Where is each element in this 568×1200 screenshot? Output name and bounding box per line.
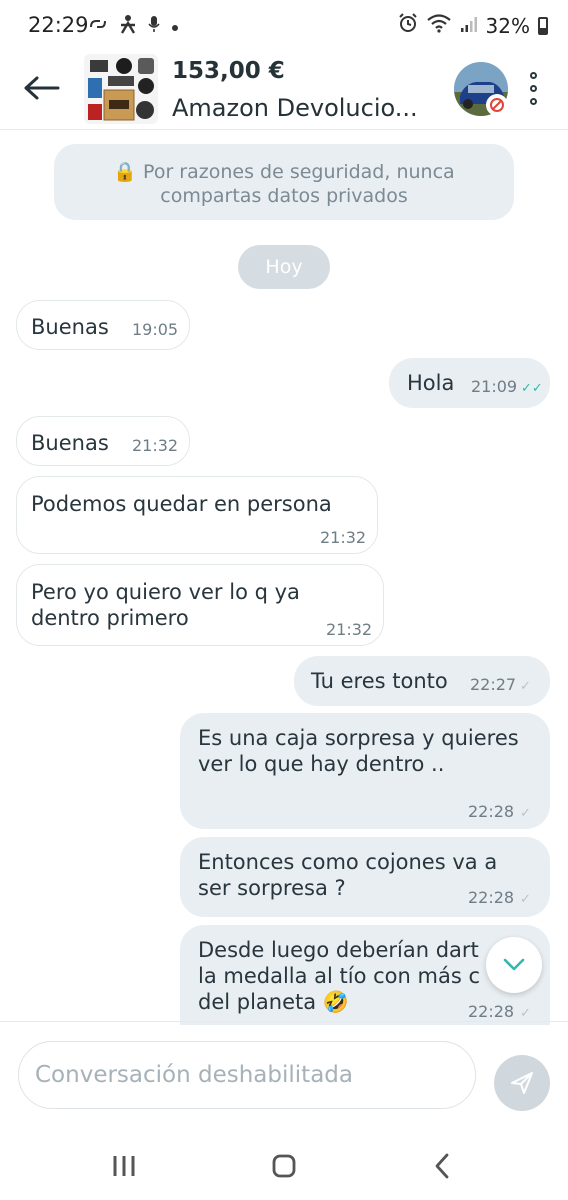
system-nav-bar: [0, 1130, 568, 1200]
status-right: 32%: [398, 13, 548, 38]
system-back-button[interactable]: [412, 1150, 472, 1182]
message-bubble[interactable]: Podemos quedar en persona 21:32: [16, 476, 378, 554]
message-time: 22:28: [468, 802, 515, 821]
message-text: Buenas: [31, 315, 109, 339]
status-bar: 22:29 32%: [0, 0, 568, 52]
lock-icon: 🔒: [113, 161, 137, 183]
message-bubble[interactable]: Buenas 19:05: [16, 300, 190, 350]
sent-tick-icon: ✓: [520, 806, 531, 821]
message-bubble[interactable]: Entonces como cojones va a ser sorpresa …: [180, 837, 550, 917]
recent-apps-icon: [113, 1156, 135, 1176]
dot-icon: [171, 17, 179, 37]
message-text: dentro primero: [31, 606, 189, 630]
signal-icon: [460, 14, 478, 38]
item-title: Amazon Devolucio...: [172, 94, 418, 122]
message-time: 22:27: [470, 675, 517, 694]
message-text: ver lo que hay dentro ..: [198, 752, 445, 776]
message-text: Buenas: [31, 431, 109, 455]
message-bubble[interactable]: Pero yo quiero ver lo q ya dentro primer…: [16, 564, 384, 646]
message-time: 19:05: [132, 320, 179, 339]
link-icon: [88, 15, 108, 38]
item-thumbnail[interactable]: [84, 54, 158, 124]
message-input[interactable]: Conversación deshabilitada: [18, 1041, 476, 1109]
security-notice-line2: compartas datos privados: [160, 185, 408, 207]
back-button[interactable]: [20, 66, 64, 110]
message-text: Es una caja sorpresa y quieres: [198, 726, 519, 750]
arrow-left-icon: [24, 76, 60, 100]
message-text: Pero yo quiero ver lo q ya: [31, 580, 300, 604]
input-divider: [0, 1021, 568, 1022]
battery-icon: [538, 16, 548, 35]
scroll-to-bottom-button[interactable]: [486, 937, 542, 993]
chevron-left-icon: [435, 1153, 449, 1179]
sent-tick-icon: ✓: [520, 679, 531, 694]
message-bubble[interactable]: Tu eres tonto 22:27 ✓: [294, 656, 550, 706]
message-time: 21:32: [326, 620, 373, 639]
message-bubble[interactable]: Es una caja sorpresa y quieres ver lo qu…: [180, 713, 550, 829]
mic-icon: [148, 15, 160, 38]
message-text: Entonces como cojones va a: [198, 850, 498, 874]
message-bubble[interactable]: Buenas 21:32: [16, 416, 190, 466]
chevron-down-icon: [503, 958, 525, 971]
message-text: del planeta 🤣: [198, 990, 349, 1014]
message-text: Podemos quedar en persona: [31, 492, 332, 516]
security-notice-line1: Por razones de seguridad, nunca: [143, 161, 455, 183]
message-text: Desde luego deberían dart: [198, 938, 479, 962]
item-price: 153,00 €: [172, 58, 285, 84]
alarm-icon: [398, 13, 418, 38]
send-button[interactable]: [494, 1055, 550, 1111]
read-ticks-icon: ✓✓: [521, 381, 543, 396]
message-time: 22:28: [468, 888, 515, 907]
status-time: 22:29: [28, 13, 89, 37]
message-bubble[interactable]: Hola 21:09 ✓✓: [389, 358, 550, 408]
date-separator: Hoy: [238, 245, 330, 289]
message-time: 21:09: [471, 377, 518, 396]
message-time: 21:32: [132, 436, 179, 455]
wifi-icon: [426, 13, 452, 38]
blocked-icon: [486, 94, 508, 116]
more-options-button[interactable]: [518, 68, 548, 108]
message-text: la medalla al tío con más c: [198, 964, 481, 988]
chat-header: 153,00 € Amazon Devolucio...: [0, 52, 568, 130]
message-text: Hola: [407, 371, 455, 395]
message-text: Tu eres tonto: [311, 669, 448, 693]
security-notice: 🔒 Por razones de seguridad, nunca compar…: [54, 144, 514, 220]
accessibility-icon: [119, 14, 137, 39]
message-time: 21:32: [320, 528, 367, 547]
battery-level: 32%: [485, 13, 530, 38]
sent-tick-icon: ✓: [520, 892, 531, 907]
home-button[interactable]: [254, 1150, 314, 1182]
sent-tick-icon: ✓: [520, 1006, 531, 1021]
send-icon: [511, 1072, 533, 1094]
message-text: ser sorpresa ?: [198, 876, 346, 900]
message-input-placeholder: Conversación deshabilitada: [35, 1062, 353, 1088]
home-icon: [272, 1154, 296, 1178]
status-left-icons: [88, 14, 179, 39]
recent-apps-button[interactable]: [94, 1150, 154, 1182]
